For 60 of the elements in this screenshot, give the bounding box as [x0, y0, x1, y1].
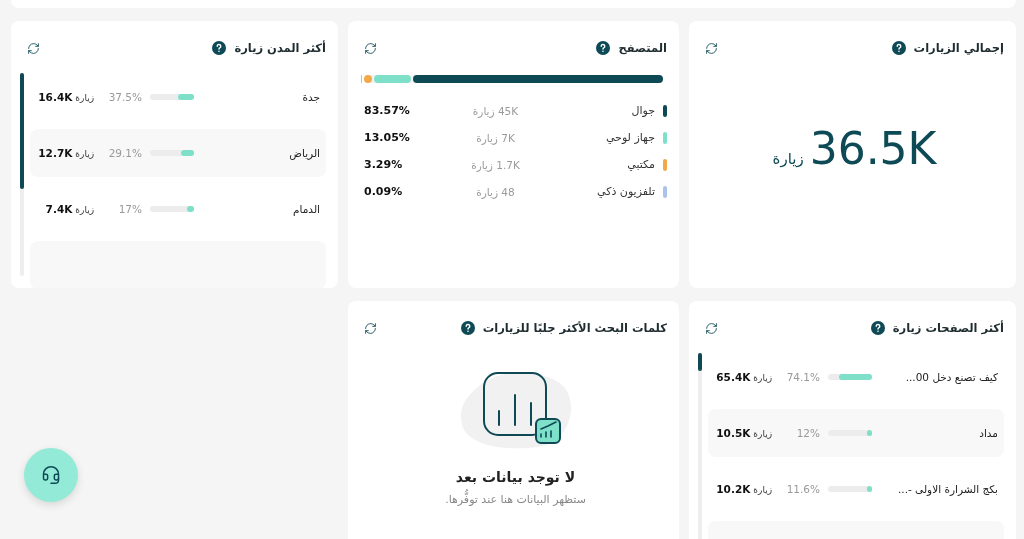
- percent-label: 11.6%: [785, 483, 820, 495]
- visit-count: 12.7K: [38, 147, 73, 159]
- visit-unit: زيارة: [75, 149, 94, 159]
- percent-label: 37.5%: [107, 91, 142, 103]
- row-name: بكج الشرارة الاولى -...: [898, 483, 998, 495]
- legend-label: مكتبي: [627, 158, 655, 171]
- help-icon[interactable]: [870, 321, 885, 335]
- help-icon[interactable]: [891, 41, 906, 55]
- visit-count: 7K زيارة: [475, 131, 516, 144]
- percent-label: 29.1%: [107, 147, 142, 159]
- refresh-icon[interactable]: [364, 41, 377, 55]
- card-title: أكثر الصفحات زيارة: [892, 321, 1004, 335]
- visit-unit: زيارة: [753, 373, 772, 383]
- card-title: كلمات البحث الأكثر جلبًا للزيارات: [482, 321, 667, 335]
- percent-label: 17%: [117, 203, 142, 215]
- visit-unit: زيارة: [75, 205, 94, 215]
- percent-label: 0.09%: [364, 185, 404, 198]
- refresh-icon[interactable]: [705, 321, 718, 335]
- row-name: الرياض: [289, 147, 320, 159]
- card-title: أكثر المدن زيارة: [234, 41, 326, 55]
- percent-label: 74.1%: [785, 371, 820, 383]
- visit-count: 48 زيارة: [475, 185, 516, 198]
- help-icon[interactable]: [596, 41, 611, 55]
- visit-count: 45K زيارة: [471, 104, 520, 117]
- visit-unit: زيارة: [753, 485, 772, 495]
- percent-label: 12%: [795, 427, 820, 439]
- visit-unit: زيارة: [75, 93, 94, 103]
- refresh-icon[interactable]: [364, 321, 377, 335]
- help-icon[interactable]: [212, 41, 227, 55]
- legend-label: جهاز لوحي: [605, 131, 655, 144]
- card-title: إجمالي الزيارات: [913, 41, 1004, 55]
- visit-count: 16.4K: [38, 91, 73, 103]
- headset-icon: [41, 465, 61, 485]
- row-name: كيف تصنع دخل 00...: [905, 371, 998, 383]
- percent-label: 3.29%: [364, 158, 404, 171]
- scrollbar-track[interactable]: [698, 353, 703, 539]
- scrollbar-thumb[interactable]: [20, 73, 25, 189]
- visit-unit: زيارة: [753, 429, 772, 439]
- row-name: الدمام: [293, 203, 320, 215]
- total-value: 36.5K: [809, 123, 937, 174]
- legend-label: جوال: [631, 104, 655, 117]
- visit-count: 65.4K: [716, 371, 751, 383]
- help-icon[interactable]: [460, 321, 475, 335]
- percent-label: 83.57%: [364, 104, 411, 117]
- scrollbar-track[interactable]: [20, 73, 25, 276]
- percent-label: 13.05%: [364, 131, 411, 144]
- scrollbar-thumb[interactable]: [698, 353, 703, 371]
- support-button[interactable]: [24, 448, 78, 502]
- visit-count: 10.2K: [716, 483, 751, 495]
- card-title: المتصفح: [618, 41, 667, 55]
- total-unit: زيارة: [772, 150, 804, 168]
- empty-title: لا توجد بيانات بعد: [455, 469, 576, 485]
- legend-label: تلفزيون ذكي: [597, 185, 655, 198]
- visit-count: 1.7K زيارة: [470, 158, 521, 171]
- visit-count: 10.5K: [716, 427, 751, 439]
- row-name: مداد: [979, 427, 998, 439]
- visit-count: 7.4K: [45, 203, 73, 215]
- refresh-icon[interactable]: [705, 41, 718, 55]
- row-name: جدة: [302, 91, 320, 103]
- refresh-icon[interactable]: [27, 41, 40, 55]
